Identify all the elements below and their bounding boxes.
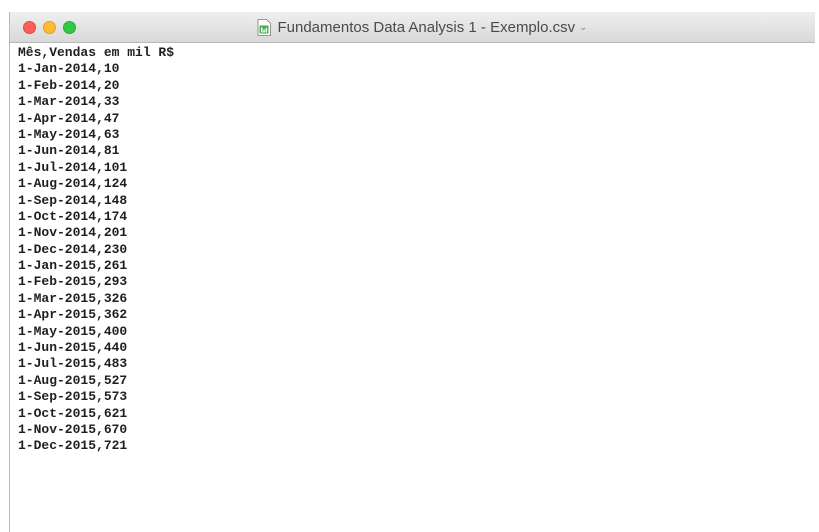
csv-data-line: 1-Aug-2015,527 [18,372,128,388]
csv-data-line: 1-Dec-2015,721 [18,438,128,454]
csv-data-line: 1-Mar-2014,33 [18,94,120,110]
csv-data-line: 1-Jun-2014,81 [18,143,120,159]
csv-data-line: 1-Jul-2014,101 [18,159,128,175]
csv-data-line: 1-Jul-2015,483 [18,356,128,372]
csv-data-line: 1-Dec-2014,230 [18,241,128,257]
csv-data-line: 1-Mar-2015,326 [18,290,128,306]
csv-data-line: 1-Nov-2015,670 [18,421,128,437]
csv-data-line: 1-Jan-2014,10 [18,61,120,77]
csv-data-line: 1-Oct-2014,174 [18,208,128,224]
csv-data-line: 1-Jun-2015,440 [18,340,128,356]
csv-data-line: 1-Aug-2014,124 [18,176,128,192]
csv-header-line: Mês,Vendas em mil R$ [18,45,175,60]
csv-data-line: 1-Apr-2015,362 [18,307,128,323]
csv-data-line: 1-Nov-2014,201 [18,225,128,241]
title-area[interactable]: Fundamentos Data Analysis 1 - Exemplo.cs… [10,12,815,43]
csv-data-line: 1-Sep-2014,148 [18,192,128,208]
spreadsheet-file-icon [257,19,272,36]
csv-data-line: 1-Feb-2015,293 [18,274,128,290]
csv-data-line: 1-Feb-2014,20 [18,77,120,93]
window-title: Fundamentos Data Analysis 1 - Exemplo.cs… [277,19,576,36]
title-bar[interactable]: Fundamentos Data Analysis 1 - Exemplo.cs… [10,12,815,43]
csv-data-line: 1-Oct-2015,621 [18,405,128,421]
csv-data-line: 1-Apr-2014,47 [18,110,120,126]
csv-data-line: 1-Jan-2015,261 [18,258,128,274]
vertical-scrollbar[interactable] [807,43,815,532]
csv-data-line: 1-May-2015,400 [18,323,128,339]
csv-data-line: 1-May-2014,63 [18,126,120,142]
text-editor-window: Fundamentos Data Analysis 1 - Exemplo.cs… [9,12,815,532]
chevron-down-icon[interactable]: ⌄ [579,22,587,33]
file-text-content[interactable]: Mês,Vendas em mil R$ 1-Jan-2014,10 1-Feb-2… [10,43,815,532]
csv-data-line: 1-Sep-2015,573 [18,389,128,405]
